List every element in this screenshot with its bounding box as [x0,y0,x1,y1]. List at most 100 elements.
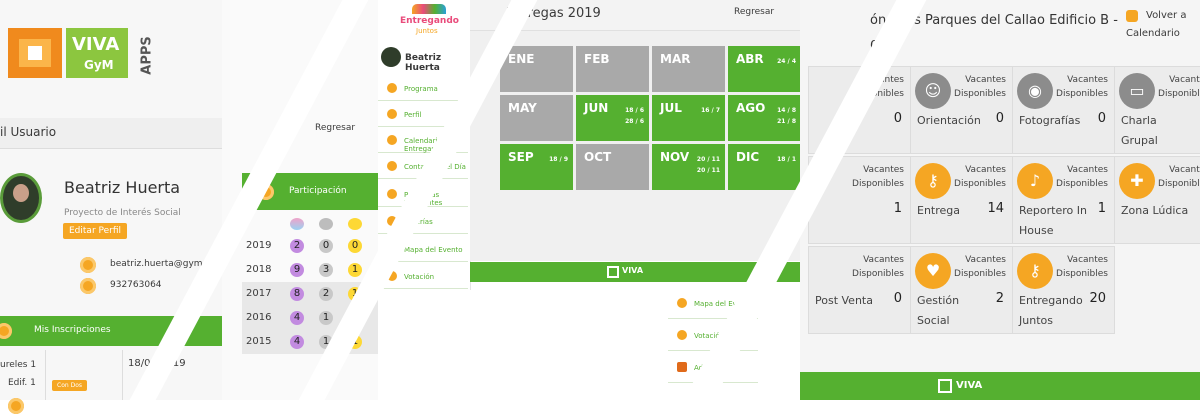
microphone-icon: ♪ [1017,163,1053,199]
month-jun[interactable]: JUN 18 / 6 28 / 6 [576,95,649,141]
month-name: NOV [660,150,690,164]
month-dates: 18 / 1 [777,156,796,163]
phone-text: 932763064 [110,280,162,290]
participation-title: Participación [289,186,347,196]
activity-name: Zona Lúdica [1121,204,1189,217]
sidebar-item-label: Perfil [404,111,422,119]
activity-cell-reportero[interactable]: ♪ Vacantes Disponibles 1 Reportero In Hou… [1012,156,1115,244]
month-ago[interactable]: AGO 14 / 8 21 / 8 [728,95,801,141]
activity-name: Post Venta [815,294,873,307]
inscriptions-bar: Mis Inscripciones [0,316,250,346]
month-sep[interactable]: SEP 18 / 9 [500,144,573,190]
logo-viva-text: VIVA [72,34,120,55]
key-icon: ⚷ [1017,253,1053,289]
back-calendar-button[interactable]: Volver a Calendario [1126,8,1200,44]
row-year: 2015 [246,336,272,347]
month-ene[interactable]: ENE [500,46,573,92]
month-dates: 14 / 8 21 / 8 [777,107,796,125]
edit-profile-button[interactable]: Editar Perfil [63,223,128,239]
back-icon [1126,10,1138,22]
back-button[interactable]: Regresar [315,123,355,133]
activity-name: Fotografías [1019,114,1081,127]
vacancy-count: 2 [995,291,1004,306]
back-line1: Volver a [1146,10,1187,21]
activity-name: Entrega [917,204,961,217]
activity-cell-zona[interactable]: ✚ VacantesDisponibles Zona Lúdica [1114,156,1200,244]
page-title: il Usuario [0,125,57,139]
month-may[interactable]: MAY [500,95,573,141]
month-abr[interactable]: ABR 24 / 4 [728,46,801,92]
activity-cell-entregando[interactable]: ⚷ Vacantes Disponibles 20 Entregando Junt… [1012,246,1115,334]
activity-name: Gestión Social [917,294,960,327]
month-dic[interactable]: DIC 18 / 1 [728,144,801,190]
month-dates: 16 / 7 [701,107,720,114]
month-mar[interactable]: MAR [652,46,725,92]
month-nov[interactable]: NOV 20 / 11 20 / 11 [652,144,725,190]
count-b: 2 [319,287,333,301]
avatar[interactable] [0,173,42,223]
sidebar-user-name: Beatriz Huerta [405,53,442,73]
vacancy-label: VacantesDisponibles [954,75,1006,99]
phone-icon [80,278,96,294]
count-b: 3 [319,263,333,277]
profile-icon [387,109,397,119]
activity-cell-fotografias[interactable]: ◉ Vacantes Disponibles 0 Fotografías [1012,66,1115,154]
activities-footer: VIVA [800,372,1200,400]
footer-logo-text: VIVA [956,380,983,391]
page-title-line2: 019 [870,34,1118,60]
vacancy-count: 0 [1097,111,1106,126]
vacancy-label: VacantesDisponibles [852,165,904,189]
row-location-2: Edif. 1 [8,378,36,388]
activity-name: Charla Grupal [1121,114,1158,147]
col-icon-c [348,218,362,230]
vacancy-label: VacantesDisponibles [1158,75,1200,99]
month-oct[interactable]: OCT [576,144,649,190]
contacts-icon [387,161,397,171]
activity-cell-entrega[interactable]: ⚷ Vacantes Disponibles 14 Entrega [910,156,1013,244]
count-c: 0 [348,239,362,253]
activity-cell-charla[interactable]: ▭ VacantesDisponibles Charla Grupal [1114,66,1200,154]
count-a: 4 [290,335,304,349]
map-icon [677,298,687,308]
month-name: DIC [736,150,760,164]
vacancy-count: 0 [893,291,902,306]
activity-name: Reportero In House [1019,204,1087,237]
row-year: 2017 [246,288,272,299]
count-a: 8 [290,287,304,301]
activity-cell-gestion[interactable]: ♥ Vacantes Disponibles 2 Gestión Social [910,246,1013,334]
orientation-icon: ☺ [915,73,951,109]
vacancy-count: 1 [1097,201,1106,216]
sidebar-avatar[interactable] [381,47,401,67]
row-year: 2018 [246,264,272,275]
back-button[interactable]: Regresar [734,7,774,17]
vacancy-count: 14 [987,201,1004,216]
event-logo-bottom: Juntos [416,27,438,35]
activity-cell-post-venta[interactable]: Vacantes Disponibles 0 Post Venta [808,246,911,334]
row-button[interactable]: Con Dos [52,380,87,391]
vacancy-label: VacantesDisponibles [954,165,1006,189]
vacancy-label: VacantesDisponibles [954,255,1006,279]
activity-name: Orientación [917,114,981,127]
month-feb[interactable]: FEB [576,46,649,92]
count-b: 1 [319,311,333,325]
logo-viva: VIVA GyM [66,28,128,78]
inscription-row[interactable]: ureles 1 Edif. 1 18/06/2019 Con Dos [0,346,250,414]
inscriptions-title: Mis Inscripciones [34,325,111,335]
activity-name: Entregando Juntos [1019,294,1083,327]
vacancy-label: VacantesDisponibles [1056,255,1108,279]
row-icon [8,398,24,414]
panel-header: il Usuario [0,118,250,149]
month-name: JUN [584,101,609,115]
sidebar-item-programa[interactable]: Programa [378,78,468,101]
col-icon-a [290,218,304,230]
activity-cell-orientacion[interactable]: ☺ Vacantes Disponibles 0 Orientación [910,66,1013,154]
month-name: ABR [736,52,764,66]
shield-icon [677,362,687,372]
month-name: JUL [660,101,682,115]
month-name: MAR [660,52,691,66]
camera-icon: ◉ [1017,73,1053,109]
inscriptions-icon [0,323,12,339]
count-a: 2 [290,239,304,253]
month-name: SEP [508,150,534,164]
month-jul[interactable]: JUL 16 / 7 [652,95,725,141]
